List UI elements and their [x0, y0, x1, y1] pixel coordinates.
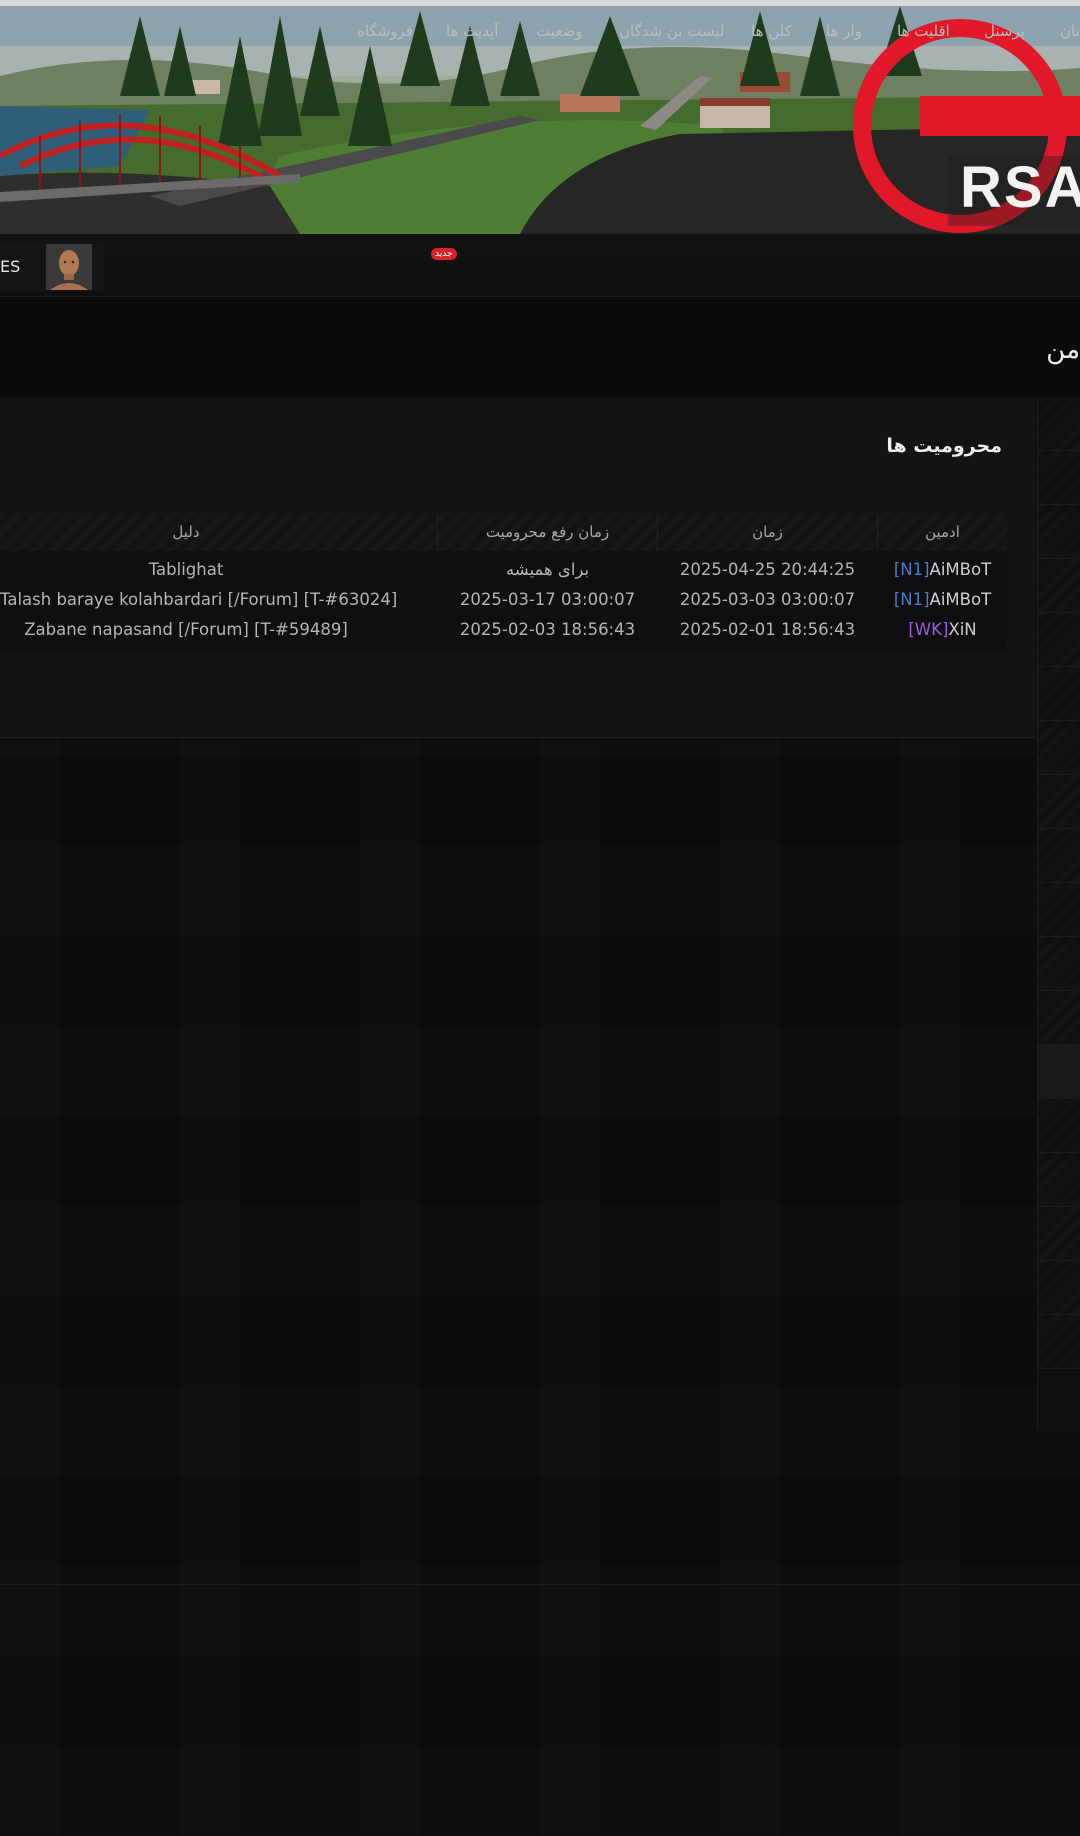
reason-cell: Tablighat: [148, 560, 224, 579]
time-cell: 2025-03-03 03:00:07: [679, 590, 856, 609]
avatar-image: [46, 244, 92, 290]
nav-item-status[interactable]: وضعیت: [536, 0, 582, 62]
admin-cell[interactable]: [N1]AiMBoT: [878, 555, 1007, 585]
nav-item-updates[interactable]: آپدیت ها: [446, 0, 498, 62]
sidebar-item[interactable]: [1038, 1207, 1080, 1261]
sidebar-item[interactable]: [1038, 1153, 1080, 1207]
page-header: من: [0, 297, 1080, 397]
clan-tag: [WK]: [908, 620, 949, 639]
sidebar-item[interactable]: [1038, 721, 1080, 775]
sidebar-item[interactable]: [1038, 559, 1080, 613]
sidebar-item[interactable]: [1038, 1261, 1080, 1315]
table-header: ادمین زمان زمان رفع محرومیت دلیل: [0, 513, 1007, 551]
user-menu[interactable]: ES: [0, 243, 104, 291]
nav-item-wars[interactable]: وار ها: [826, 0, 862, 62]
sidebar-item[interactable]: [1038, 937, 1080, 991]
table-row: [N1]AiMBoT 2025-04-25 20:44:25 برای همیش…: [0, 555, 1007, 585]
main-navbar: [0, 234, 1080, 297]
clan-tag: [N1]: [893, 590, 930, 609]
reason-cell: Zabane napasand [/Forum] [T-#59489]: [24, 620, 348, 639]
sidebar-item[interactable]: [1038, 667, 1080, 721]
admin-name: XiN: [948, 620, 977, 639]
column-header-unban-time: زمان رفع محرومیت: [485, 523, 610, 541]
sidebar-item[interactable]: [1038, 775, 1080, 829]
unban-time-cell: 2025-02-03 18:56:43: [459, 620, 636, 639]
column-divider: [657, 513, 658, 551]
footer-divider: [0, 1584, 1080, 1585]
nav-item-clans[interactable]: کلن ها: [751, 0, 792, 62]
time-cell: 2025-02-01 18:56:43: [679, 620, 856, 639]
clan-tag: [N1]: [893, 560, 930, 579]
sidebar-item[interactable]: [1038, 1099, 1080, 1153]
profile-sidebar: [1037, 397, 1080, 1429]
bans-panel: محرومیت ها ادمین زمان زمان رفع محرومیت د…: [0, 397, 1036, 738]
user-name: ES: [0, 257, 21, 276]
sidebar-item[interactable]: [1038, 883, 1080, 937]
admin-cell[interactable]: [WK]XiN: [878, 615, 1007, 645]
admin-name: AiMBoT: [929, 590, 992, 609]
sidebar-item[interactable]: [1038, 829, 1080, 883]
column-header-reason: دلیل: [172, 523, 200, 541]
bans-table: ادمین زمان زمان رفع محرومیت دلیل [N1]AiM…: [0, 513, 1007, 651]
reason-cell: Talash baraye kolahbardari [/Forum] [T-#…: [0, 590, 398, 609]
sidebar-item[interactable]: [1038, 991, 1080, 1045]
column-header-admin: ادمین: [925, 523, 960, 541]
nav-item-staff[interactable]: پرسنل: [984, 0, 1025, 62]
table-row: [WK]XiN 2025-02-01 18:56:43 2025-02-03 1…: [0, 615, 1007, 645]
sidebar-item[interactable]: [1038, 505, 1080, 559]
nav-item-home[interactable]: نان: [1060, 0, 1080, 62]
admin-name: AiMBoT: [929, 560, 992, 579]
column-divider: [877, 513, 878, 551]
unban-time-cell: 2025-03-17 03:00:07: [459, 590, 636, 609]
column-header-time: زمان: [752, 523, 783, 541]
admin-cell[interactable]: [N1]AiMBoT: [878, 585, 1007, 615]
sidebar-item[interactable]: [1038, 397, 1080, 451]
sidebar-item-active[interactable]: [1038, 1045, 1080, 1099]
unban-time-cell: برای همیشه: [505, 560, 590, 579]
column-divider: [437, 513, 438, 551]
new-badge: جدید: [431, 248, 457, 260]
logo-text: RSA: [960, 155, 1080, 220]
sidebar-item[interactable]: [1038, 613, 1080, 667]
page-title: من: [1046, 335, 1080, 365]
section-title: محرومیت ها: [886, 435, 1002, 457]
time-cell: 2025-04-25 20:44:25: [679, 560, 856, 579]
sidebar-item[interactable]: [1038, 1315, 1080, 1369]
nav-item-ban-list[interactable]: لیست بن شدگان: [619, 0, 725, 62]
nav-item-minorities[interactable]: اقلیت ها: [897, 0, 950, 62]
nav-item-shop[interactable]: فروشگاه: [357, 0, 413, 62]
table-row: [N1]AiMBoT 2025-03-03 03:00:07 2025-03-1…: [0, 585, 1007, 615]
avatar-icon[interactable]: [46, 244, 92, 290]
sidebar-item[interactable]: [1038, 451, 1080, 505]
